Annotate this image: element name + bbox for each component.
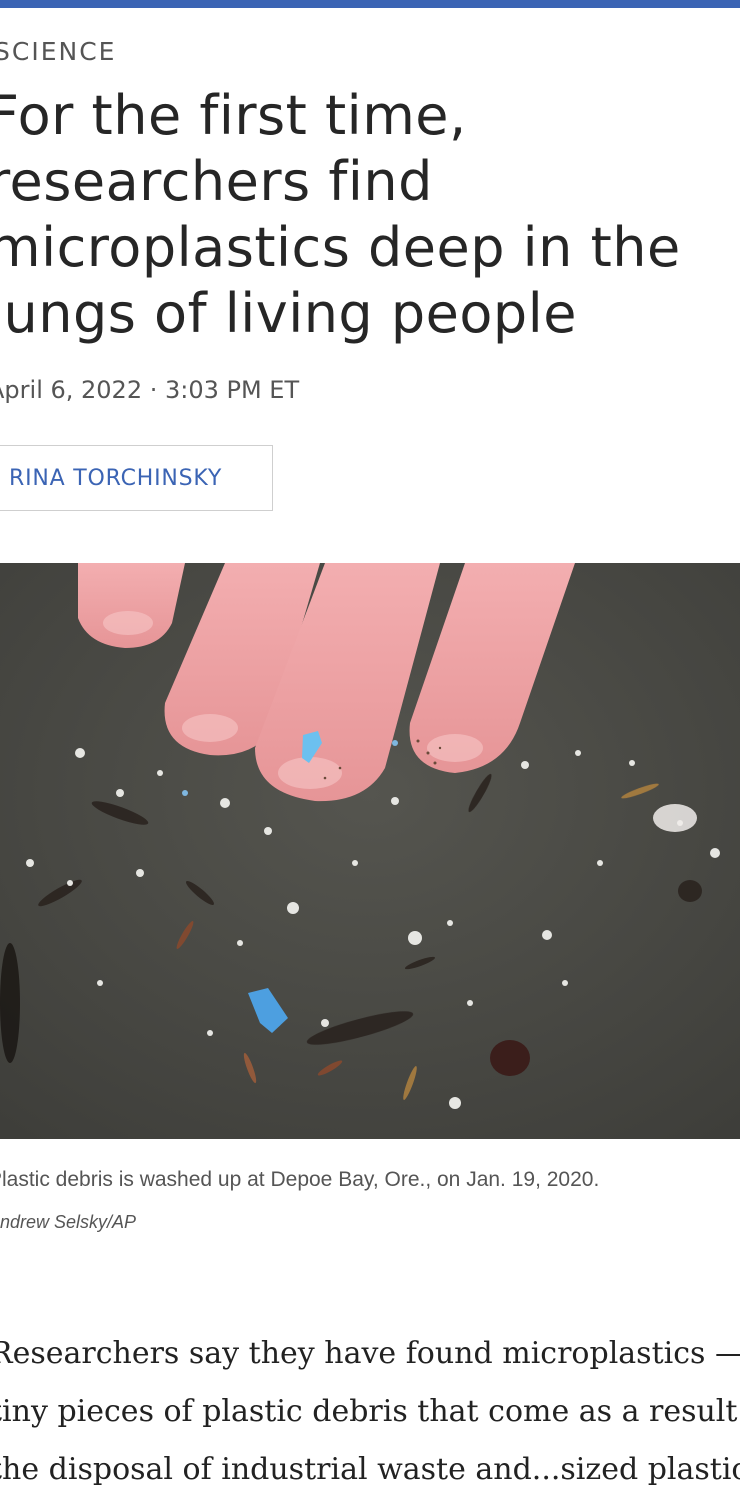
body-line: Researchers say they have found micropla… [0,1336,740,1371]
body-line: the disposal of industrial waste and...s… [0,1452,740,1487]
article-headline: For the first time, researchers find mic… [0,83,740,347]
article-body: Researchers say they have found micropla… [0,1325,740,1499]
article-photo [0,563,740,1139]
headline-line: For the first time, [0,84,467,147]
beach-debris-photo [0,563,740,1139]
headline-line: lungs of living people [0,282,577,345]
headline-line: researchers find [0,150,433,213]
body-line: tiny pieces of plastic debris that come … [0,1394,740,1429]
image-caption: Plastic debris is washed up at Depoe Bay… [0,1168,600,1191]
section-label[interactable]: SCIENCE [0,37,116,66]
author-byline-button[interactable]: RINA TORCHINSKY [0,445,273,511]
headline-line: microplastics deep in the [0,216,681,279]
top-accent-bar [0,0,740,8]
dateline: April 6, 2022 · 3:03 PM ET [0,376,300,404]
image-credit: Andrew Selsky/AP [0,1212,137,1232]
